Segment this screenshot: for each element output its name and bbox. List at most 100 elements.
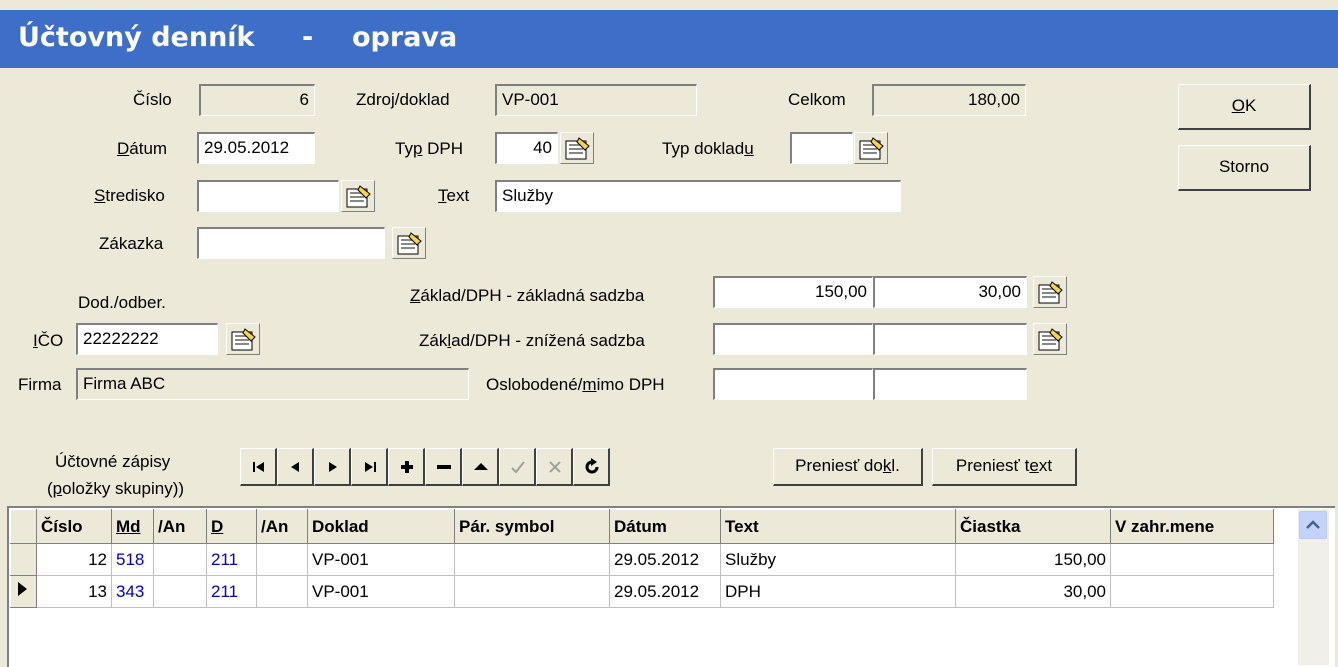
cell-datum[interactable]: 29.05.2012: [609, 575, 721, 608]
cell-zahr[interactable]: [1110, 575, 1274, 608]
storno-button[interactable]: Storno: [1178, 145, 1311, 191]
cell-an1[interactable]: [153, 543, 207, 576]
typdokladu-picker-button[interactable]: [854, 132, 888, 164]
cell-d[interactable]: 211: [206, 543, 257, 576]
typdokladu-field[interactable]: [790, 132, 853, 164]
cell-doklad[interactable]: VP-001: [307, 543, 455, 576]
cell-datum[interactable]: 29.05.2012: [609, 543, 721, 576]
znizena-zaklad-field[interactable]: [713, 323, 873, 355]
ico-field[interactable]: 22222222: [76, 323, 218, 355]
celkom-field: 180,00: [872, 84, 1026, 116]
cell-text[interactable]: DPH: [720, 575, 956, 608]
zapisy-label: Účtovné zápisy: [55, 452, 171, 471]
table-row[interactable]: 12 518 211 VP-001 29.05.2012 Služby 150,…: [10, 543, 1274, 576]
preniest-doklad-button[interactable]: Preniesť dokl.: [773, 448, 923, 486]
cell-ciastka[interactable]: 150,00: [955, 543, 1111, 576]
row-indicator-header: [10, 509, 37, 544]
nav-last-button[interactable]: [351, 448, 388, 486]
cell-text[interactable]: Služby: [720, 543, 956, 576]
picker-icon: [231, 328, 256, 351]
ico-picker-button[interactable]: [226, 323, 260, 355]
row-indicator-current[interactable]: [10, 575, 37, 608]
nav-cancel-button: [536, 448, 573, 486]
datum-label: Dátum: [117, 139, 168, 158]
oslobodene-a-field[interactable]: [713, 368, 873, 400]
table-row[interactable]: 13 343 211 VP-001 29.05.2012 DPH 30,00: [10, 575, 1274, 608]
celkom-label: Celkom: [788, 90, 846, 109]
col-zahr-mene[interactable]: V zahr.mene: [1110, 509, 1274, 544]
stredisko-picker-button[interactable]: [341, 180, 375, 212]
col-an1[interactable]: /An: [153, 509, 207, 544]
nav-refresh-button[interactable]: [573, 448, 610, 486]
nav-prev-button[interactable]: [277, 448, 314, 486]
typdph-picker-button[interactable]: [560, 132, 594, 164]
cell-md[interactable]: 518: [111, 543, 154, 576]
znizena-picker-button[interactable]: [1033, 323, 1067, 355]
vertical-scrollbar[interactable]: [1298, 509, 1329, 665]
ok-button[interactable]: OK: [1178, 84, 1311, 130]
cell-doklad[interactable]: VP-001: [307, 575, 455, 608]
nav-delete-button[interactable]: [425, 448, 462, 486]
row-indicator[interactable]: [10, 543, 37, 576]
up-icon: [474, 463, 488, 470]
dododber-label: Dod./odber.: [78, 293, 166, 312]
table-header: Číslo Md /An D /An Doklad Pár. symbol Dá…: [10, 509, 1274, 544]
datum-field[interactable]: 29.05.2012: [197, 132, 315, 164]
minus-icon: [437, 465, 451, 469]
picker-icon: [346, 185, 371, 208]
cell-cislo[interactable]: 12: [36, 543, 112, 576]
text-field[interactable]: Služby: [495, 180, 901, 212]
col-text[interactable]: Text: [720, 509, 956, 544]
zakazka-field[interactable]: [197, 227, 385, 259]
col-doklad[interactable]: Doklad: [307, 509, 455, 544]
cell-par[interactable]: [454, 575, 610, 608]
chevron-up-icon: [1306, 520, 1320, 529]
nav-edit-button[interactable]: [462, 448, 499, 486]
zdroj-field: VP-001: [495, 84, 697, 116]
picker-icon: [859, 137, 884, 160]
picker-icon: [565, 137, 590, 160]
nav-insert-button[interactable]: [388, 448, 425, 486]
col-d[interactable]: D: [206, 509, 257, 544]
col-datum[interactable]: Dátum: [609, 509, 721, 544]
cell-an2[interactable]: [256, 575, 308, 608]
cancel-icon: [549, 461, 561, 473]
cell-an2[interactable]: [256, 543, 308, 576]
cell-d[interactable]: 211: [206, 575, 257, 608]
cell-zahr[interactable]: [1110, 543, 1274, 576]
oslobodene-b-field[interactable]: [873, 368, 1027, 400]
zakladna-picker-button[interactable]: [1033, 276, 1067, 308]
stredisko-field[interactable]: [197, 180, 339, 212]
window-title: Účtovný denník: [18, 22, 255, 53]
oslobodene-label: Oslobodené/mimo DPH: [486, 375, 665, 394]
title-bar: Účtovný denník - oprava: [0, 10, 1338, 68]
zakladna-dph-field[interactable]: 30,00: [873, 276, 1027, 308]
picker-icon: [1038, 328, 1063, 351]
zakazka-picker-button[interactable]: [392, 227, 426, 259]
cell-an1[interactable]: [153, 575, 207, 608]
firma-label: Firma: [18, 375, 62, 394]
cell-par[interactable]: [454, 543, 610, 576]
stredisko-label: Stredisko: [94, 186, 165, 205]
check-icon: [511, 461, 525, 474]
scroll-up-button[interactable]: [1299, 511, 1327, 539]
typdph-label: Typ DPH: [395, 139, 464, 158]
text-label: Text: [438, 186, 470, 205]
col-cislo[interactable]: Číslo: [36, 509, 112, 544]
firma-field: Firma ABC: [76, 368, 469, 400]
zakladna-zaklad-field[interactable]: 150,00: [713, 276, 873, 308]
typdph-field[interactable]: 40: [495, 132, 558, 164]
col-md[interactable]: Md: [111, 509, 154, 544]
col-ciastka[interactable]: Čiastka: [955, 509, 1111, 544]
window-mode: oprava: [352, 22, 458, 53]
col-an2[interactable]: /An: [256, 509, 308, 544]
next-icon: [329, 462, 337, 472]
nav-first-button[interactable]: [240, 448, 277, 486]
cell-cislo[interactable]: 13: [36, 575, 112, 608]
nav-next-button[interactable]: [314, 448, 351, 486]
col-par-symbol[interactable]: Pár. symbol: [454, 509, 610, 544]
znizena-dph-field[interactable]: [873, 323, 1027, 355]
cell-md[interactable]: 343: [111, 575, 154, 608]
preniest-text-button[interactable]: Preniesť text: [932, 448, 1077, 486]
cell-ciastka[interactable]: 30,00: [955, 575, 1111, 608]
